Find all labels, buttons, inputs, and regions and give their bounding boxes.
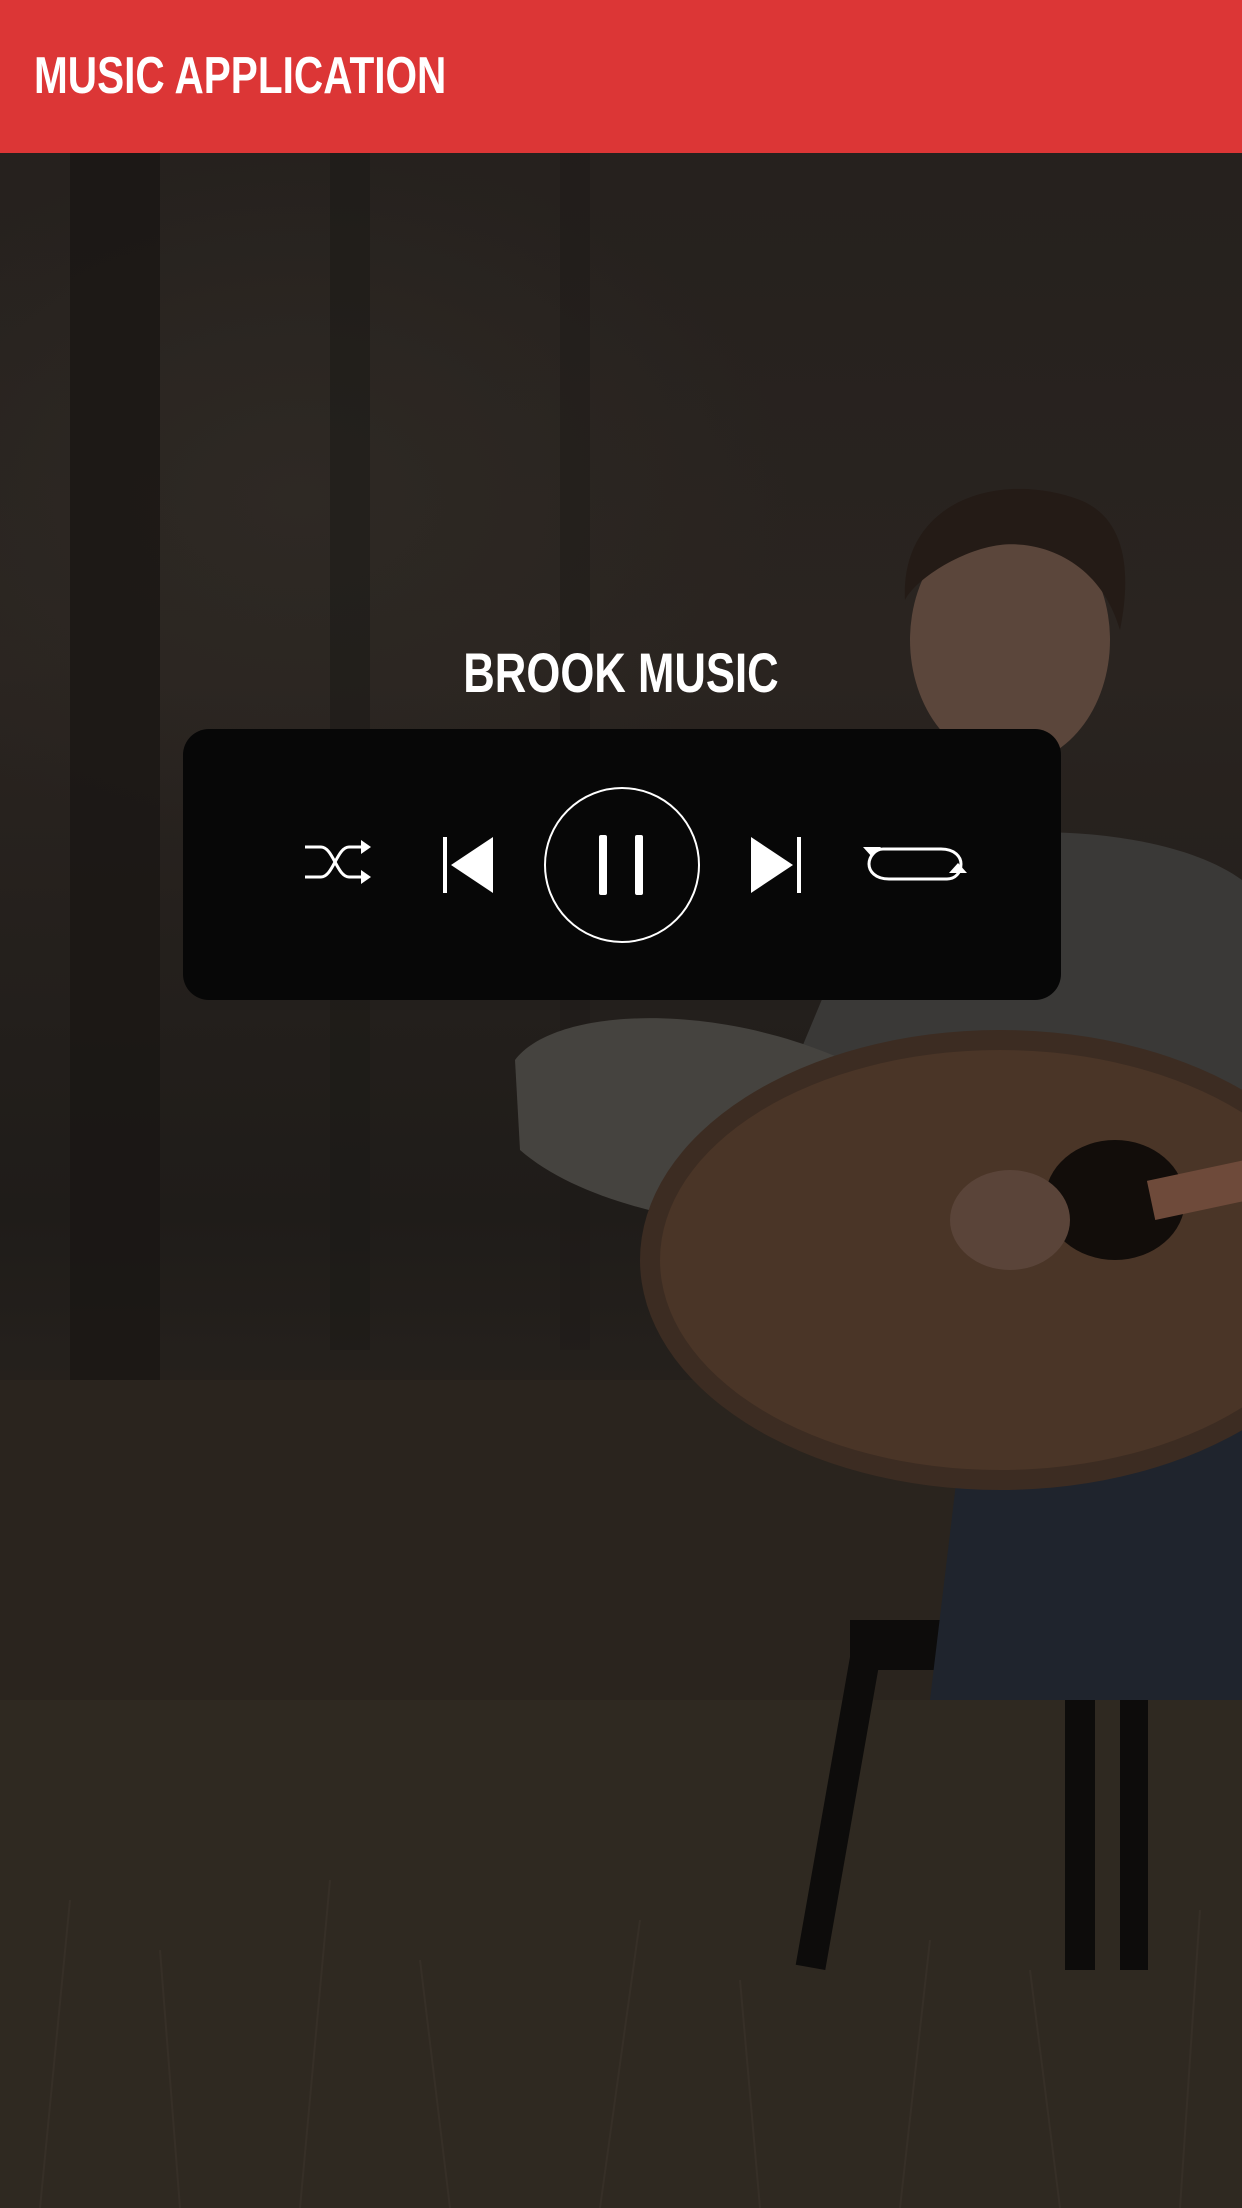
skip-next-icon [751,837,801,893]
app-title: MUSIC APPLICATION [34,47,447,105]
shuffle-button[interactable] [303,837,373,887]
repeat-icon [863,847,967,881]
track-title: BROOK MUSIC [463,641,779,704]
next-button[interactable] [749,835,803,895]
skip-previous-icon [443,837,493,893]
player-controls-panel [183,729,1061,1000]
shuffle-icon [305,840,371,884]
musician-artwork [0,150,1242,2208]
play-pause-button[interactable] [543,786,701,944]
pause-icon [544,787,700,943]
repeat-button[interactable] [863,833,967,895]
previous-button[interactable] [441,835,495,895]
background-photo [0,0,1242,2208]
app-header: MUSIC APPLICATION [0,0,1242,153]
